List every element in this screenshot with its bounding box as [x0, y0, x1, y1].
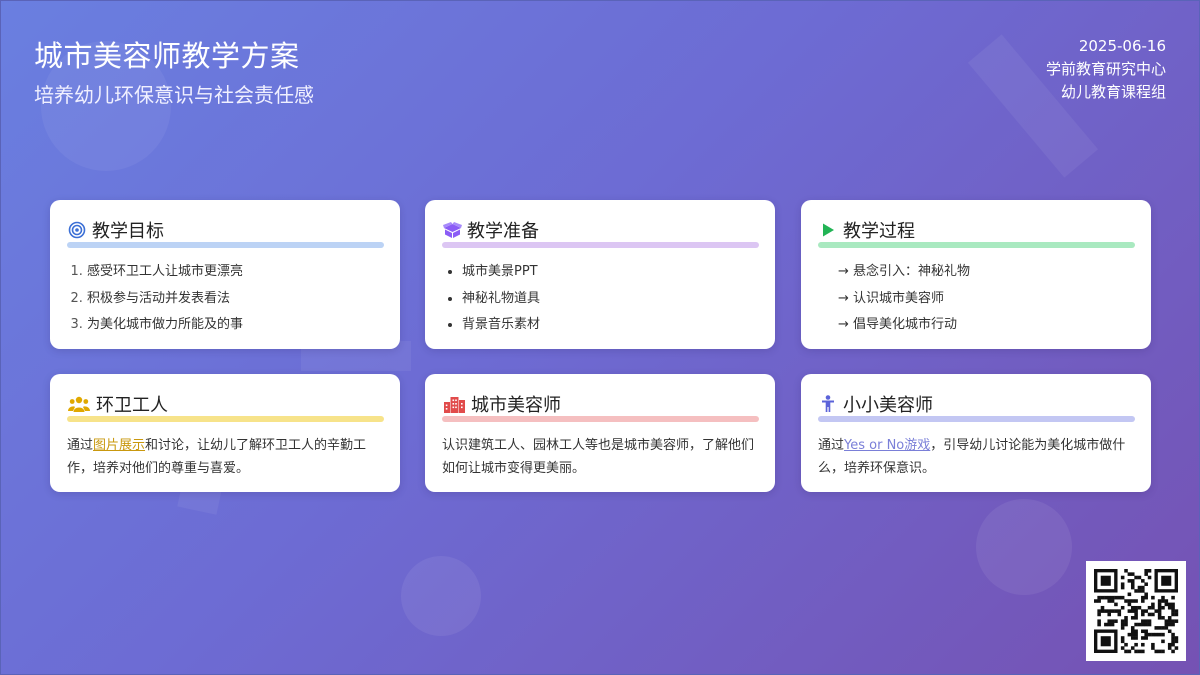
group-label: 幼儿教育课程组	[1060, 83, 1166, 101]
slide: 城市美容师教学方案 培养幼儿环保意识与社会责任感 2025-06-16 学前教育…	[0, 0, 1200, 675]
people-icon	[67, 394, 91, 414]
body-text: 通过	[67, 438, 94, 453]
list-item: 神秘礼物道具	[462, 286, 758, 313]
goal-list: 感受环卫工人让城市更漂亮 积极参与活动并发表看法 为美化城市做力所能及的事	[67, 259, 383, 339]
list-item: → 倡导美化城市行动	[838, 317, 958, 332]
card-title: 城市美容师	[471, 395, 561, 416]
header-meta: 2025-06-16 学前教育研究中心 幼儿教育课程组	[1046, 35, 1166, 104]
body-text: 通过	[818, 438, 845, 453]
play-icon	[818, 220, 838, 240]
card-header: 教学准备	[442, 218, 758, 242]
box-icon	[442, 220, 462, 240]
org-label: 学前教育研究中心	[1045, 60, 1166, 78]
card-title: 教学准备	[467, 221, 539, 242]
card-teaching-process: 教学过程 → 悬念引入：神秘礼物 → 认识城市美容师 → 倡导美化城市行动	[801, 200, 1151, 349]
card-teaching-goals: 教学目标 感受环卫工人让城市更漂亮 积极参与活动并发表看法 为美化城市做力所能及…	[50, 200, 400, 349]
qr-code-icon	[1086, 561, 1186, 661]
card-sanitation-workers: 环卫工人 通过图片展示和讨论，让幼儿了解环卫工人的辛勤工作，培养对他们的尊重与喜…	[50, 374, 400, 492]
decorative-circle	[401, 556, 481, 636]
card-header: 教学过程	[818, 218, 1134, 242]
child-icon	[818, 394, 838, 414]
process-list: → 悬念引入：神秘礼物 → 认识城市美容师 → 倡导美化城市行动	[818, 259, 1134, 339]
card-header: 城市美容师	[442, 392, 758, 416]
page-subtitle: 培养幼儿环保意识与社会责任感	[34, 83, 314, 107]
card-title: 教学过程	[843, 221, 915, 242]
card-body: 通过图片展示和讨论，让幼儿了解环卫工人的辛勤工作，培养对他们的尊重与喜爱。	[67, 434, 383, 480]
card-header: 环卫工人	[67, 392, 383, 416]
card-title: 小小美容师	[843, 395, 933, 416]
card-body: 认识建筑工人、园林工人等也是城市美容师，了解他们如何让城市变得更美丽。	[442, 438, 755, 476]
yes-or-no-game-link[interactable]: Yes or No游戏	[844, 438, 930, 453]
card-title: 教学目标	[92, 221, 164, 242]
card-title: 环卫工人	[96, 395, 168, 416]
card-teaching-preparation: 教学准备 城市美景PPT 神秘礼物道具 背景音乐素材	[425, 200, 775, 349]
decorative-circle	[976, 499, 1072, 595]
prep-list: 城市美景PPT 神秘礼物道具 背景音乐素材	[442, 259, 758, 339]
card-city-beautician: 城市美容师 认识建筑工人、园林工人等也是城市美容师，了解他们如何让城市变得更美丽…	[425, 374, 775, 492]
card-little-beautician: 小小美容师 通过Yes or No游戏，引导幼儿讨论能为美化城市做什么，培养环保…	[801, 374, 1151, 492]
list-item: 背景音乐素材	[462, 312, 758, 339]
list-item: 积极参与活动并发表看法	[87, 286, 383, 313]
city-icon	[442, 394, 466, 414]
date-label: 2025-06-16	[1078, 37, 1166, 55]
list-item: 感受环卫工人让城市更漂亮	[87, 259, 383, 286]
list-item: → 认识城市美容师	[838, 290, 945, 306]
card-header: 小小美容师	[818, 392, 1134, 416]
list-item: 城市美景PPT	[462, 259, 758, 286]
page-title: 城市美容师教学方案	[34, 39, 300, 73]
picture-display-link[interactable]: 图片展示	[93, 438, 145, 453]
list-item: → 悬念引入：神秘礼物	[838, 264, 971, 279]
card-body: 通过Yes or No游戏，引导幼儿讨论能为美化城市做什么，培养环保意识。	[818, 434, 1134, 480]
target-icon	[67, 220, 87, 240]
list-item: 为美化城市做力所能及的事	[87, 312, 383, 339]
card-header: 教学目标	[67, 218, 383, 242]
